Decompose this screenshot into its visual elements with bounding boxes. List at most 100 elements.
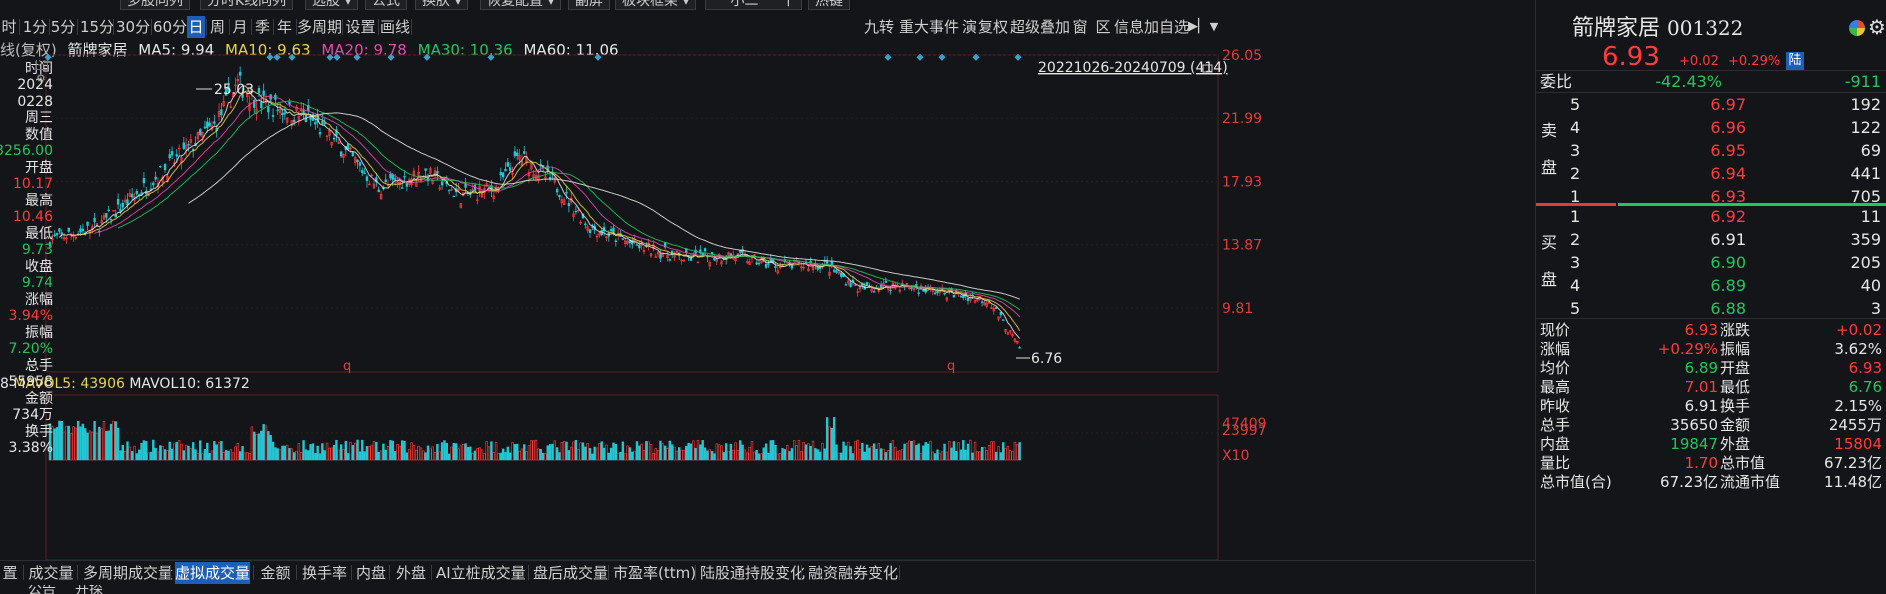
quote-value: 3.62% xyxy=(1834,340,1882,358)
candle-body xyxy=(952,294,956,298)
tab-separator xyxy=(899,565,900,580)
quote-value: +0.29% xyxy=(1657,340,1718,358)
bid-price[interactable]: 6.91 xyxy=(1676,230,1746,250)
volume-bar xyxy=(499,452,502,461)
volume-bar xyxy=(743,449,747,461)
quarter-marker: q xyxy=(343,359,351,374)
indicator-tab[interactable]: 换手率 xyxy=(301,562,348,584)
indicator-tab[interactable]: 外盘 xyxy=(394,562,428,584)
volume-bar xyxy=(285,444,289,461)
volume-bar xyxy=(379,450,383,461)
ask-level: 2 xyxy=(1570,164,1581,183)
settings-icon[interactable]: ⚙ xyxy=(1868,16,1886,38)
indicator-tab[interactable]: 盘后成交量 xyxy=(533,562,608,584)
divider xyxy=(1536,70,1886,71)
candle-body xyxy=(351,152,355,157)
volume-bar xyxy=(717,444,721,461)
ask-ratio-bar xyxy=(1536,203,1616,206)
volume-bar xyxy=(382,443,385,461)
hk-connect-badge: 陆 xyxy=(1786,52,1804,70)
volume-bar xyxy=(837,452,841,461)
info-tab[interactable]: 公告 xyxy=(28,585,56,594)
volume-bar xyxy=(781,448,784,461)
volume-bar xyxy=(290,448,294,461)
indicator-tab[interactable]: 内盘 xyxy=(356,562,386,584)
color-wheel-icon[interactable] xyxy=(1849,20,1865,36)
indicator-tab[interactable]: 多周期成交量 xyxy=(83,562,173,584)
volume-bar xyxy=(81,423,85,461)
bid-price[interactable]: 6.90 xyxy=(1676,253,1746,273)
indicator-tab[interactable]: 市盈率(ttm) xyxy=(613,562,696,584)
bid-volume: 40 xyxy=(1860,276,1881,295)
candle-body xyxy=(713,257,716,261)
volume-bar xyxy=(65,425,68,461)
ask-level: 4 xyxy=(1570,118,1581,137)
volume-bar xyxy=(905,442,909,461)
kline-chart[interactable]: 26.05 21.99 17.93 13.87 9.81 20221026-2024070… xyxy=(0,0,1535,594)
indicator-tab[interactable]: 虚拟成交量 xyxy=(175,562,250,584)
candle-body xyxy=(922,289,925,292)
volume-bar xyxy=(922,445,925,461)
quote-label: 最高 xyxy=(1540,378,1571,396)
volume-bar xyxy=(675,450,679,461)
candle-body xyxy=(767,263,770,265)
volume-bar xyxy=(91,431,94,461)
candle-body xyxy=(238,71,242,76)
volume-bar xyxy=(586,443,589,461)
candle-body xyxy=(499,172,502,176)
tab-separator xyxy=(351,565,352,580)
bid-price[interactable]: 6.92 xyxy=(1676,207,1746,227)
volume-bar xyxy=(788,451,791,461)
volume-bar xyxy=(253,431,256,461)
indicator-tab[interactable]: AI立桩成交量 xyxy=(436,562,526,584)
volume-bar xyxy=(328,447,331,461)
volume-bar xyxy=(753,451,756,461)
candle-body xyxy=(363,172,366,175)
indicator-tab[interactable]: 成交量 xyxy=(28,562,74,584)
candle-body xyxy=(199,129,202,135)
quote-label: 昨收 xyxy=(1540,397,1571,415)
volume-bar xyxy=(342,449,345,461)
volume-bar xyxy=(262,424,265,461)
indicator-tab[interactable]: 金额 xyxy=(258,562,293,584)
ask-price[interactable]: 6.97 xyxy=(1676,95,1746,115)
volume-bar xyxy=(98,426,101,461)
volume-bar xyxy=(901,449,904,461)
volume-bar xyxy=(182,450,186,461)
close-icon[interactable]: × xyxy=(36,60,48,70)
indicator-tab[interactable]: 陆股通持股变化 xyxy=(700,562,805,584)
indicator-tab[interactable]: 置 xyxy=(0,562,20,584)
candle-body xyxy=(283,112,286,115)
data-window-value: 3256.00 xyxy=(0,143,53,159)
ma5-line xyxy=(59,85,1021,339)
ask-price[interactable]: 6.95 xyxy=(1676,141,1746,161)
volume-bar xyxy=(955,450,958,461)
ask-price[interactable]: 6.94 xyxy=(1676,164,1746,184)
volume-bar xyxy=(962,440,965,461)
tab-separator xyxy=(608,565,609,580)
candle-body xyxy=(321,121,324,124)
ask-price[interactable]: 6.96 xyxy=(1676,118,1746,138)
info-tabs: 公告 开探 xyxy=(0,585,1535,594)
candle-body xyxy=(849,282,852,287)
volume-pane-frame xyxy=(45,394,1219,561)
price-change-pct: +0.29% xyxy=(1728,54,1781,69)
bid-price[interactable]: 6.88 xyxy=(1676,299,1746,319)
volume-bar xyxy=(616,452,620,461)
volume-bar xyxy=(196,453,200,461)
volume-bar xyxy=(776,453,780,461)
volume-bar xyxy=(375,441,378,461)
info-tab[interactable]: 开探 xyxy=(75,585,103,594)
candle-body xyxy=(565,191,568,194)
volume-bar xyxy=(471,453,474,461)
volume-bar xyxy=(990,441,993,461)
settings-icon[interactable]: ⚙ xyxy=(36,72,46,85)
volume-bar xyxy=(187,445,190,461)
quote-value: 67.23亿 xyxy=(1824,454,1882,472)
volume-bar xyxy=(166,450,169,461)
volume-bar xyxy=(654,448,657,461)
range-label[interactable]: 20221026-20240709 (414) xyxy=(1038,60,1228,76)
candle-body xyxy=(558,194,561,198)
bid-price[interactable]: 6.89 xyxy=(1676,276,1746,296)
indicator-tab[interactable]: 融资融券变化 xyxy=(808,562,898,584)
